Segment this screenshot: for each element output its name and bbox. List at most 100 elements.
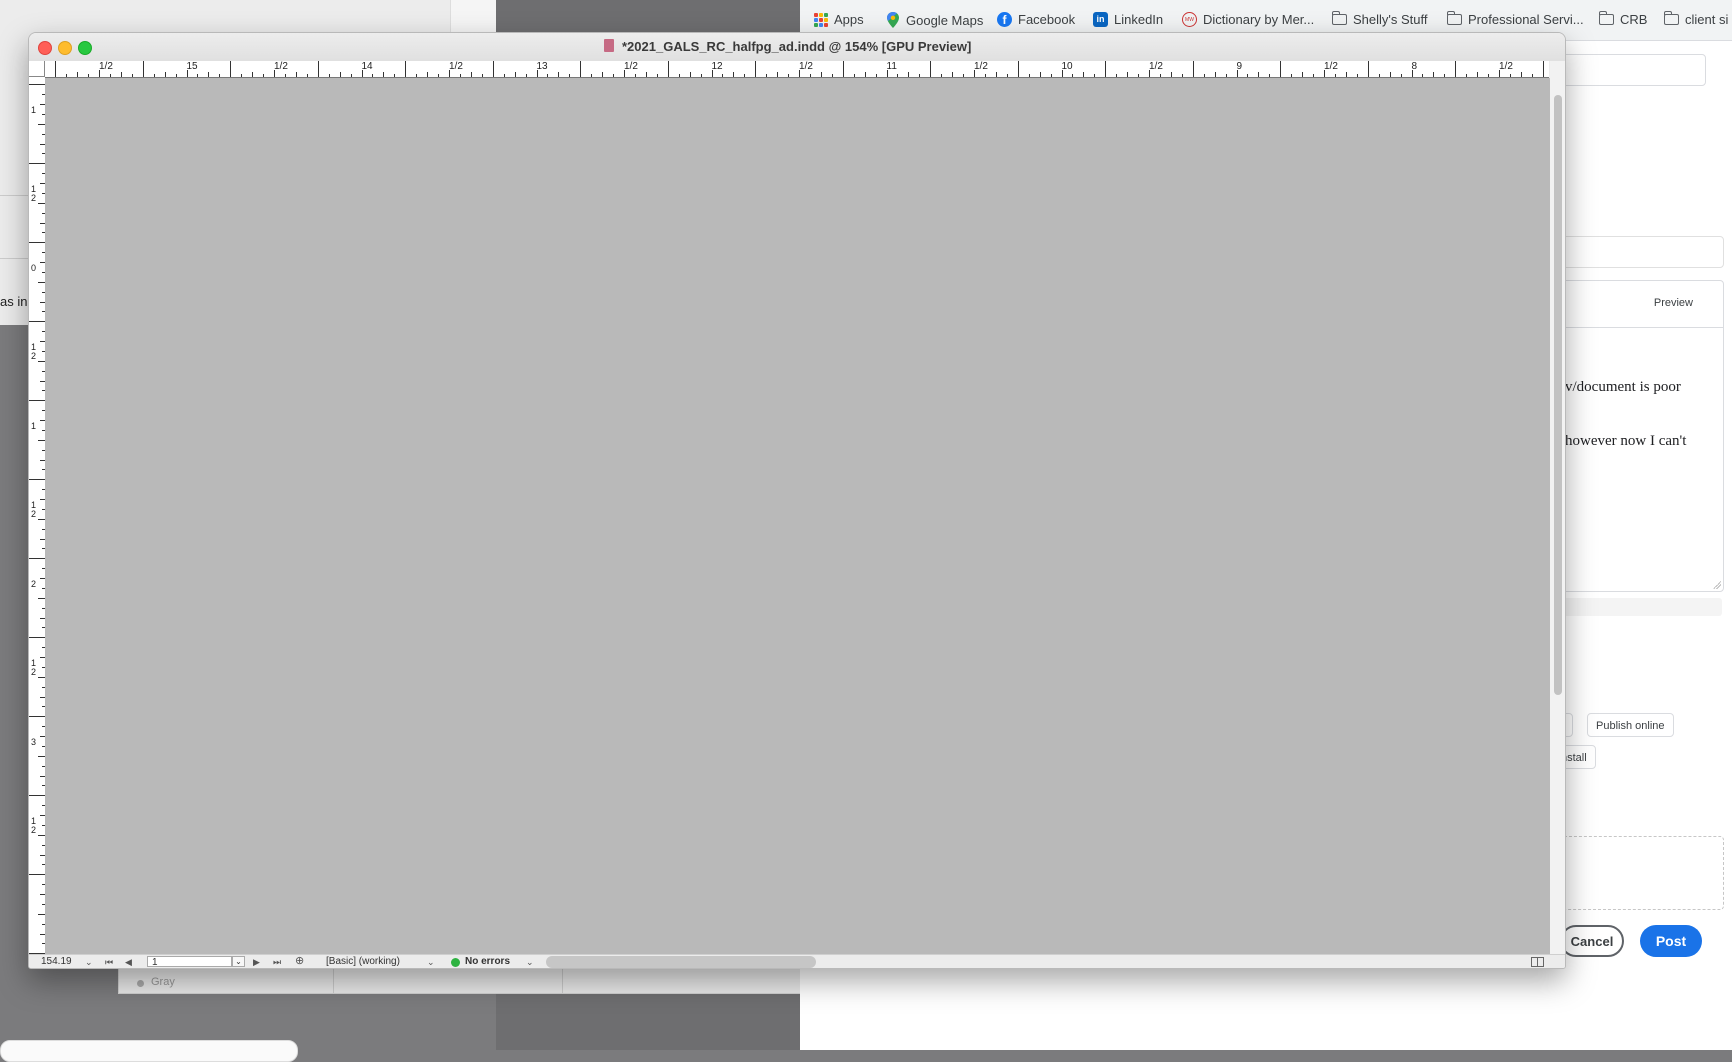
bookmark-dictionary[interactable]: MW Dictionary by Mer... xyxy=(1182,12,1314,27)
bookmark-client-sites[interactable]: client si xyxy=(1663,11,1728,27)
page-number-input[interactable]: 1 xyxy=(147,956,232,968)
previous-page-icon[interactable]: ◀ xyxy=(125,957,132,967)
vertical-scroll-thumb[interactable] xyxy=(1554,95,1562,695)
ruler-origin[interactable] xyxy=(29,61,45,77)
next-page-icon[interactable]: ▶ xyxy=(253,957,260,967)
ruler-tick xyxy=(219,74,221,77)
ruler-tick xyxy=(1159,74,1161,77)
ruler-tick xyxy=(678,74,680,77)
ruler-tick xyxy=(29,795,45,797)
ruler-label: 1/2 xyxy=(624,61,638,72)
horizontal-scroll-thumb[interactable] xyxy=(546,956,816,968)
ruler-tick xyxy=(1422,74,1424,77)
zoom-window-icon[interactable] xyxy=(78,41,92,55)
first-page-icon[interactable]: ⏮ xyxy=(105,957,113,967)
editor-body-line: v/document is poor xyxy=(1565,379,1681,395)
ruler-tick xyxy=(328,74,330,77)
ruler-tick xyxy=(1356,74,1358,77)
vertical-scrollbar[interactable] xyxy=(1550,61,1565,954)
editor-tabs: Preview xyxy=(1561,281,1723,328)
message-editor[interactable]: Preview v/document is poor however now I… xyxy=(1560,280,1724,592)
minimize-window-icon[interactable] xyxy=(58,41,72,55)
ruler-tick xyxy=(38,834,45,836)
chevron-down-icon[interactable]: ⌄ xyxy=(526,957,534,967)
chevron-down-icon[interactable]: ⌄ xyxy=(85,957,93,967)
horizontal-ruler[interactable]: 1/2 15 1/2 14 1/2 13 1/2 12 1/2 11 1/2 10 1/2 9 1/2 8 1/… xyxy=(45,61,1549,78)
pasteboard-canvas[interactable] xyxy=(45,78,1550,954)
cancel-button[interactable]: Cancel xyxy=(1560,925,1624,957)
ruler-tick xyxy=(941,74,943,77)
preflight-status[interactable]: No errors xyxy=(465,956,510,968)
ruler-tick xyxy=(427,72,429,77)
ruler-tick xyxy=(252,72,254,77)
zoom-level[interactable]: 154.19 xyxy=(41,956,72,968)
ruler-tick xyxy=(1072,74,1074,77)
last-page-icon[interactable]: ⏭ xyxy=(273,957,281,967)
ruler-label: 14 xyxy=(361,61,373,72)
bookmark-shellys-stuff[interactable]: Shelly's Stuff xyxy=(1331,11,1428,27)
ruler-label: 13 xyxy=(536,61,548,72)
ruler-label: 2 xyxy=(31,579,37,589)
title-input[interactable] xyxy=(1560,54,1706,86)
bookmark-apps[interactable]: Apps xyxy=(814,12,864,27)
chevron-down-icon[interactable]: ⌄ xyxy=(427,957,435,967)
publish-online-chip[interactable]: Publish online xyxy=(1587,713,1674,737)
ruler-tick xyxy=(38,439,45,441)
ruler-tick xyxy=(1105,61,1107,77)
ruler-tick xyxy=(175,74,177,77)
bookmark-label: LinkedIn xyxy=(1114,12,1164,27)
resize-handle-icon[interactable] xyxy=(1711,579,1721,589)
ruler-tick xyxy=(930,61,932,77)
ruler-tick xyxy=(208,72,210,77)
bookmark-crb[interactable]: CRB xyxy=(1598,11,1647,27)
swatch-label: Gray xyxy=(151,976,175,988)
tags-input[interactable] xyxy=(1560,236,1724,268)
linkedin-icon: in xyxy=(1093,12,1108,27)
ruler-tick xyxy=(1345,72,1347,77)
split-window-icon[interactable] xyxy=(1531,957,1544,967)
bookmark-professional-services[interactable]: Professional Servi... xyxy=(1446,11,1584,27)
background-notification-pill xyxy=(0,1040,298,1062)
ruler-label: 1/2 xyxy=(1324,61,1338,72)
ruler-tick xyxy=(656,74,658,77)
ruler-tick xyxy=(1531,74,1533,77)
bookmark-facebook[interactable]: f Facebook xyxy=(997,12,1075,27)
swatch-dot-icon xyxy=(137,980,144,987)
window-titlebar[interactable]: *2021_GALS_RC_halfpg_ad.indd @ 154% [GPU… xyxy=(29,33,1565,61)
open-document-icon[interactable]: ⊕ xyxy=(295,956,304,967)
ruler-tick xyxy=(1291,74,1293,77)
ruler-tick xyxy=(525,74,527,77)
attachment-dropzone[interactable] xyxy=(1560,836,1724,910)
ruler-tick xyxy=(383,72,385,77)
ruler-tick xyxy=(1116,74,1118,77)
ruler-tick xyxy=(29,242,45,244)
ruler-tick xyxy=(38,281,45,283)
ruler-label: 8 xyxy=(1411,61,1418,72)
bookmark-google-maps[interactable]: Google Maps xyxy=(886,12,983,28)
ruler-tick xyxy=(1334,74,1336,77)
preflight-status-icon xyxy=(451,958,460,967)
close-window-icon[interactable] xyxy=(38,41,52,55)
ruler-tick xyxy=(1017,61,1019,77)
bookmark-linkedin[interactable]: in LinkedIn xyxy=(1093,12,1163,27)
ruler-tick xyxy=(350,74,352,77)
ruler-label: 1/2 xyxy=(974,61,988,72)
page-dropdown-chevron-icon[interactable]: ⌄ xyxy=(232,956,245,967)
bookmark-label: Facebook xyxy=(1018,12,1076,27)
post-button[interactable]: Post xyxy=(1640,925,1702,957)
indd-document-icon xyxy=(604,39,614,52)
ruler-tick xyxy=(788,74,790,77)
ruler-label: 1 2 xyxy=(31,658,37,677)
preflight-profile[interactable]: [Basic] (working) xyxy=(326,956,400,968)
tab-preview[interactable]: Preview xyxy=(1654,297,1693,309)
ruler-tick xyxy=(38,597,45,599)
ruler-tick xyxy=(29,874,45,876)
vertical-ruler[interactable]: 1 1 2 0 1 2 1 1 2 2 1 2 3 1 2 xyxy=(29,77,46,954)
folder-icon xyxy=(1598,11,1614,25)
ruler-tick xyxy=(88,74,90,77)
ruler-tick xyxy=(317,61,319,77)
ruler-tick xyxy=(1477,72,1479,77)
ruler-tick xyxy=(569,74,571,77)
ruler-label: 1 2 xyxy=(31,184,37,203)
facebook-icon: f xyxy=(997,12,1012,27)
